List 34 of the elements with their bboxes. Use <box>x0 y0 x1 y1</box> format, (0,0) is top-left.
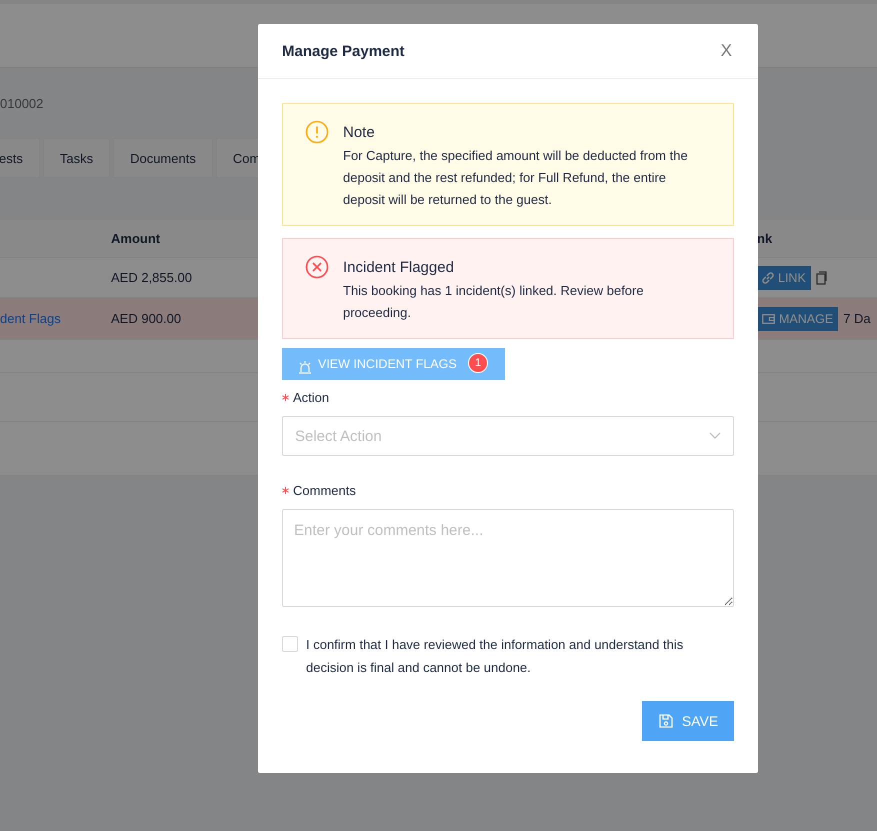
confirm-text: I confirm that I have reviewed the information and understand this decision is final and cannot be undone. <box>306 636 684 677</box>
table-cell: AED 900.00 <box>111 311 182 326</box>
view-incident-flags-button[interactable]: VIEW INCIDENT FLAGS 1 <box>282 348 505 380</box>
alert-text: For Capture, the specified amount will be deducted from the deposit and the rest refunded; for Full Refund, the entire deposit will be returned to the guest. <box>343 147 689 209</box>
warning-icon <box>305 120 329 144</box>
modal-title: Manage Payment <box>282 42 405 60</box>
save-button[interactable]: SAVE <box>642 701 734 741</box>
manage-button[interactable]: MANAGE <box>757 306 838 330</box>
copy-icon[interactable] <box>816 270 828 284</box>
link-button[interactable]: LINK <box>757 266 811 290</box>
table-cell: AED 2,855.00 <box>111 270 192 285</box>
link-icon <box>762 272 774 284</box>
checkbox[interactable] <box>282 636 298 652</box>
field-label: Action <box>293 390 330 405</box>
chevron-down-icon <box>709 432 721 440</box>
column-header: nk <box>757 231 772 246</box>
siren-icon <box>298 360 312 374</box>
booking-id: 010002 <box>0 96 44 110</box>
error-icon <box>305 255 329 279</box>
wallet-icon <box>762 314 775 324</box>
table-cell: 7 Da <box>843 311 871 326</box>
field-label: Comments <box>293 483 356 498</box>
save-icon <box>658 713 674 729</box>
column-header: Amount <box>111 231 160 246</box>
alert-title: Note <box>343 124 376 141</box>
alert-text: This booking has 1 incident(s) linked. Review before proceeding. <box>343 282 645 322</box>
close-button[interactable]: X <box>714 40 738 62</box>
alert-title: Incident Flagged <box>343 259 455 276</box>
count-badge: 1 <box>468 353 488 373</box>
tab[interactable]: Documents <box>113 138 213 178</box>
action-select[interactable]: Select Action <box>282 416 734 456</box>
table-link[interactable]: dent Flags <box>0 311 61 326</box>
comments-field[interactable]: Enter your comments here... <box>282 509 734 607</box>
tab[interactable]: Tasks <box>42 138 110 178</box>
